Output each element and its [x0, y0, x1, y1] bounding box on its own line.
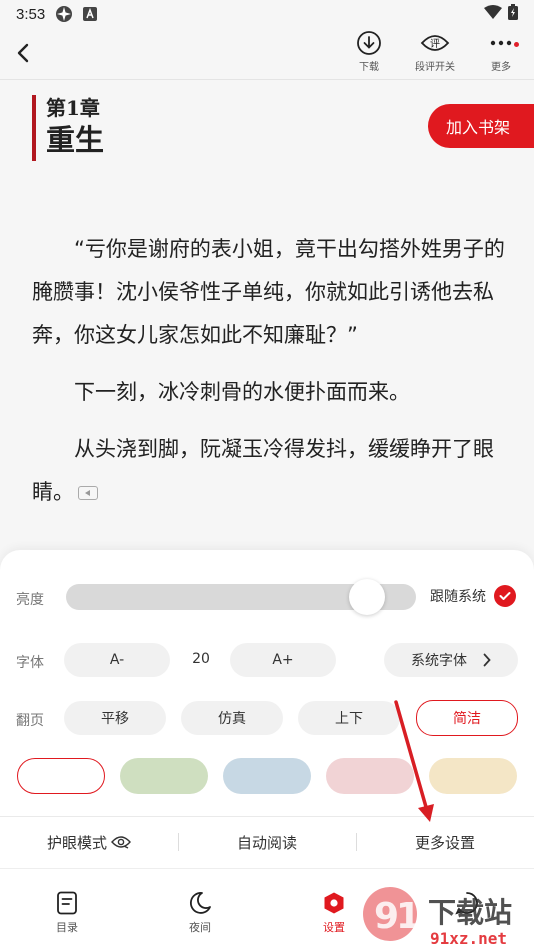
theme-swatch-green[interactable] [120, 758, 208, 794]
brightness-label: 亮度 [16, 592, 44, 608]
nav-night-mode[interactable]: 夜间 [170, 891, 230, 935]
status-time: 3:53 [16, 5, 46, 23]
theme-swatch-blue[interactable] [223, 758, 311, 794]
auto-read-button[interactable]: 自动阅读 [178, 817, 356, 867]
font-decrease-button[interactable]: A- [64, 643, 170, 677]
more-settings-button[interactable]: 更多设置 [356, 817, 534, 867]
font-size-value: 20 [192, 651, 210, 667]
follow-system-toggle[interactable]: 跟随系统 [430, 585, 516, 607]
reading-content: “亏你是谢府的表小姐，竟干出勾搭外姓男子的腌臜事！沈小侯爷性子单纯，你就如此引诱… [32, 228, 516, 528]
checkmark-icon [494, 585, 516, 607]
eye-protection-label: 护眼模式 [46, 833, 107, 852]
brightness-slider[interactable] [66, 579, 416, 615]
font-notification-icon [83, 7, 98, 21]
nav-settings[interactable]: 设置 [304, 891, 364, 935]
reader-settings-panel: 亮度 跟随系统 字体 A- 20 A+ 系统字体 翻页 平移 仿真 上下 简洁 … [0, 550, 534, 868]
toc-icon [57, 891, 77, 915]
watermark-main-text: 下载站 [428, 896, 512, 929]
comment-toggle-button[interactable]: 评 段评开关 [407, 30, 463, 76]
more-label: 更多 [491, 62, 511, 73]
theme-swatch-white[interactable] [17, 758, 105, 794]
paragraph: 从头浇到脚，阮凝玉冷得发抖，缓缓睁开了眼睛。 [32, 428, 516, 514]
wifi-icon [484, 5, 502, 23]
nav-night-label: 夜间 [189, 921, 211, 934]
watermark-sub-text: 91xz.net [430, 929, 507, 948]
svg-text:1: 1 [396, 896, 421, 937]
app-notification-icon [55, 5, 73, 23]
theme-swatch-yellow[interactable] [429, 758, 517, 794]
battery-icon [508, 4, 518, 24]
eye-protection-button[interactable]: 护眼模式 [0, 817, 178, 867]
chevron-right-icon [483, 653, 491, 667]
page-turn-option-vertical[interactable]: 上下 [298, 701, 400, 735]
comment-toggle-label: 段评开关 [415, 62, 455, 73]
nav-toc[interactable]: 目录 [37, 891, 97, 935]
font-family-label: 系统字体 [411, 653, 467, 669]
chapter-number: 第1章 [46, 96, 100, 120]
status-bar: 3:53 [0, 0, 534, 28]
font-label: 字体 [16, 655, 44, 671]
chapter-header: 第1章 重生 [32, 95, 104, 161]
font-increase-button[interactable]: A+ [230, 643, 336, 677]
add-to-shelf-button[interactable]: 加入书架 [428, 104, 534, 148]
brightness-slider-thumb[interactable] [348, 579, 385, 615]
chapter-title: 重生 [46, 123, 105, 157]
notification-dot [514, 42, 519, 47]
page-turn-option-simple[interactable]: 简洁 [416, 700, 518, 736]
paragraph: 下一刻，冰冷刺骨的水便扑面而来。 [74, 380, 410, 404]
theme-swatch-pink[interactable] [326, 758, 414, 794]
more-button[interactable]: 更多 [473, 30, 529, 76]
svg-text:评: 评 [430, 38, 440, 50]
back-button[interactable] [8, 38, 38, 68]
settings-icon [324, 892, 344, 914]
comment-eye-icon: 评 [420, 35, 450, 51]
download-label: 下载 [359, 62, 379, 73]
paragraph-comment-icon[interactable] [78, 486, 98, 500]
paragraph-text: 从头浇到脚，阮凝玉冷得发抖，缓缓睁开了眼睛。 [32, 437, 494, 504]
eye-icon [111, 836, 131, 849]
watermark-graphic: 9 1 下载站 91xz.net [363, 887, 512, 948]
page-turn-label: 翻页 [16, 713, 44, 729]
watermark-logo: 9 1 下载站 91xz.net [360, 878, 534, 950]
moon-icon [190, 892, 211, 914]
download-button[interactable]: 下载 [341, 30, 397, 76]
font-family-button[interactable]: 系统字体 [384, 643, 518, 677]
back-arrow-icon [17, 43, 29, 63]
nav-toc-label: 目录 [56, 921, 78, 934]
follow-system-label: 跟随系统 [430, 589, 486, 605]
more-icon [490, 40, 512, 46]
page-turn-option-simulation[interactable]: 仿真 [181, 701, 283, 735]
nav-settings-label: 设置 [323, 921, 345, 934]
reader-top-bar: 下载 评 段评开关 更多 [0, 28, 534, 80]
download-icon [357, 31, 381, 55]
paragraph: “亏你是谢府的表小姐，竟干出勾搭外姓男子的腌臜事！沈小侯爷性子单纯，你就如此引诱… [32, 237, 505, 347]
page-turn-option-slide[interactable]: 平移 [64, 701, 166, 735]
